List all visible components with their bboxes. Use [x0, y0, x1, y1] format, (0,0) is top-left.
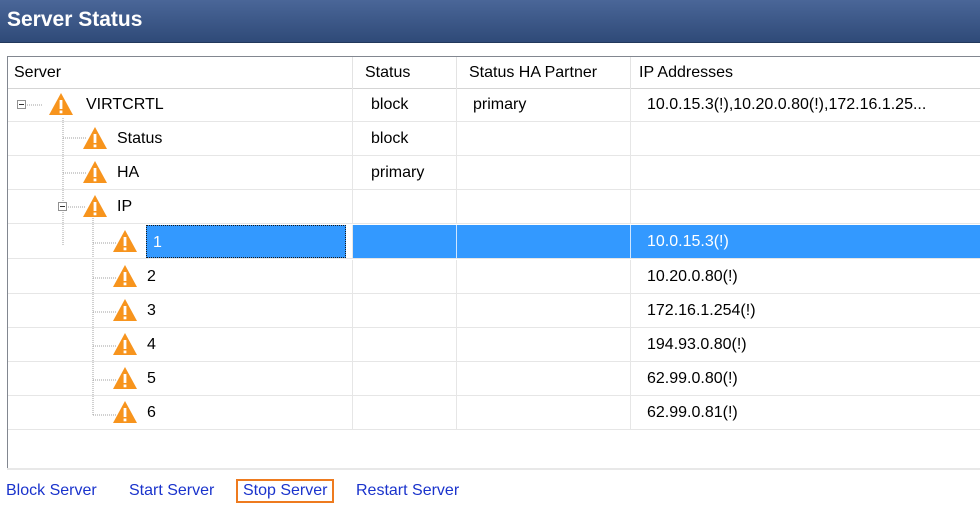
ip-addresses-cell [631, 156, 980, 189]
warning-icon [113, 299, 137, 321]
column-header-status[interactable]: Status [353, 57, 457, 88]
tree-node-label: 2 [147, 268, 156, 285]
warning-icon [113, 401, 137, 423]
tree-node-label: IP [117, 198, 133, 215]
ip-addresses-cell: 172.16.1.254(!) [647, 302, 756, 319]
ha-partner-cell [457, 294, 631, 327]
tree-node-label: 5 [147, 370, 156, 387]
server-status-tree-grid[interactable]: Server Status Status HA Partner IP Addre… [7, 56, 980, 470]
warning-icon [113, 265, 137, 287]
tree-node-label: 3 [147, 302, 156, 319]
column-header-server[interactable]: Server [8, 57, 353, 88]
status-cell [353, 362, 457, 395]
ha-partner-cell [457, 190, 631, 223]
grid-header: Server Status Status HA Partner IP Addre… [8, 57, 980, 89]
status-cell: block [353, 122, 457, 155]
start-server-link[interactable]: Start Server [129, 482, 214, 500]
collapse-minus-icon[interactable] [17, 100, 26, 109]
block-server-link[interactable]: Block Server [6, 482, 97, 500]
collapse-minus-icon[interactable] [58, 202, 67, 211]
tree-node-label: 6 [147, 404, 156, 421]
ha-partner-cell [457, 156, 631, 189]
tree-row-virtcrtl[interactable]: VIRTCRTL block primary 10.0.15.3(!),10.2… [8, 88, 980, 122]
tree-row-ha[interactable]: HA primary [8, 156, 980, 190]
column-header-ip-addresses[interactable]: IP Addresses [631, 57, 980, 88]
tree-row-ip-2[interactable]: 2 10.20.0.80(!) [8, 260, 980, 294]
ha-partner-cell: primary [457, 88, 631, 121]
status-cell [353, 190, 457, 223]
warning-icon [113, 367, 137, 389]
restart-server-link[interactable]: Restart Server [356, 482, 459, 500]
title-bar: Server Status [0, 0, 980, 43]
ha-partner-cell [457, 122, 631, 155]
ip-addresses-cell: 62.99.0.80(!) [647, 370, 738, 387]
ha-partner-cell [457, 225, 631, 258]
ha-partner-cell [457, 260, 631, 293]
window-title: Server Status [7, 8, 143, 31]
ha-partner-cell [457, 396, 631, 429]
grid-bottom-border [7, 468, 980, 470]
ip-addresses-cell: 194.93.0.80(!) [647, 336, 747, 353]
warning-icon [83, 161, 107, 183]
status-cell [353, 294, 457, 327]
ip-addresses-cell: 10.0.15.3(!),10.20.0.80(!),172.16.1.25..… [647, 96, 927, 113]
tree-node-label: 4 [147, 336, 156, 353]
tree-row-ip-4[interactable]: 4 194.93.0.80(!) [8, 328, 980, 362]
tree-node-label: Status [117, 130, 163, 147]
stop-server-link[interactable]: Stop Server [236, 479, 335, 503]
ip-addresses-cell [631, 190, 980, 223]
ip-addresses-cell: 62.99.0.81(!) [647, 404, 738, 421]
warning-icon [83, 127, 107, 149]
warning-icon [49, 93, 73, 115]
ha-partner-cell [457, 362, 631, 395]
status-cell: block [353, 88, 457, 121]
status-cell [353, 328, 457, 361]
tree-row-ip-6[interactable]: 6 62.99.0.81(!) [8, 396, 980, 430]
tree-row-ip-5[interactable]: 5 62.99.0.80(!) [8, 362, 980, 396]
tree-row-status[interactable]: Status block [8, 122, 980, 156]
warning-icon [113, 333, 137, 355]
tree-row-ip-3[interactable]: 3 172.16.1.254(!) [8, 294, 980, 328]
ha-partner-cell [457, 328, 631, 361]
status-cell [353, 225, 457, 258]
ip-addresses-cell: 10.20.0.80(!) [647, 268, 738, 285]
status-cell [353, 260, 457, 293]
column-header-ha-partner[interactable]: Status HA Partner [457, 57, 631, 88]
tree-node-label: VIRTCRTL [86, 96, 164, 113]
warning-icon [113, 230, 137, 252]
tree-row-ip[interactable]: IP [8, 190, 980, 224]
status-cell [353, 396, 457, 429]
tree-row-ip-1[interactable]: 1 10.0.15.3(!) [8, 225, 980, 259]
tree-node-label: 1 [146, 225, 346, 258]
ip-addresses-cell: 10.0.15.3(!) [631, 225, 980, 258]
ip-addresses-cell [631, 122, 980, 155]
status-cell: primary [353, 156, 457, 189]
warning-icon [83, 195, 107, 217]
tree-node-label: HA [117, 164, 140, 181]
